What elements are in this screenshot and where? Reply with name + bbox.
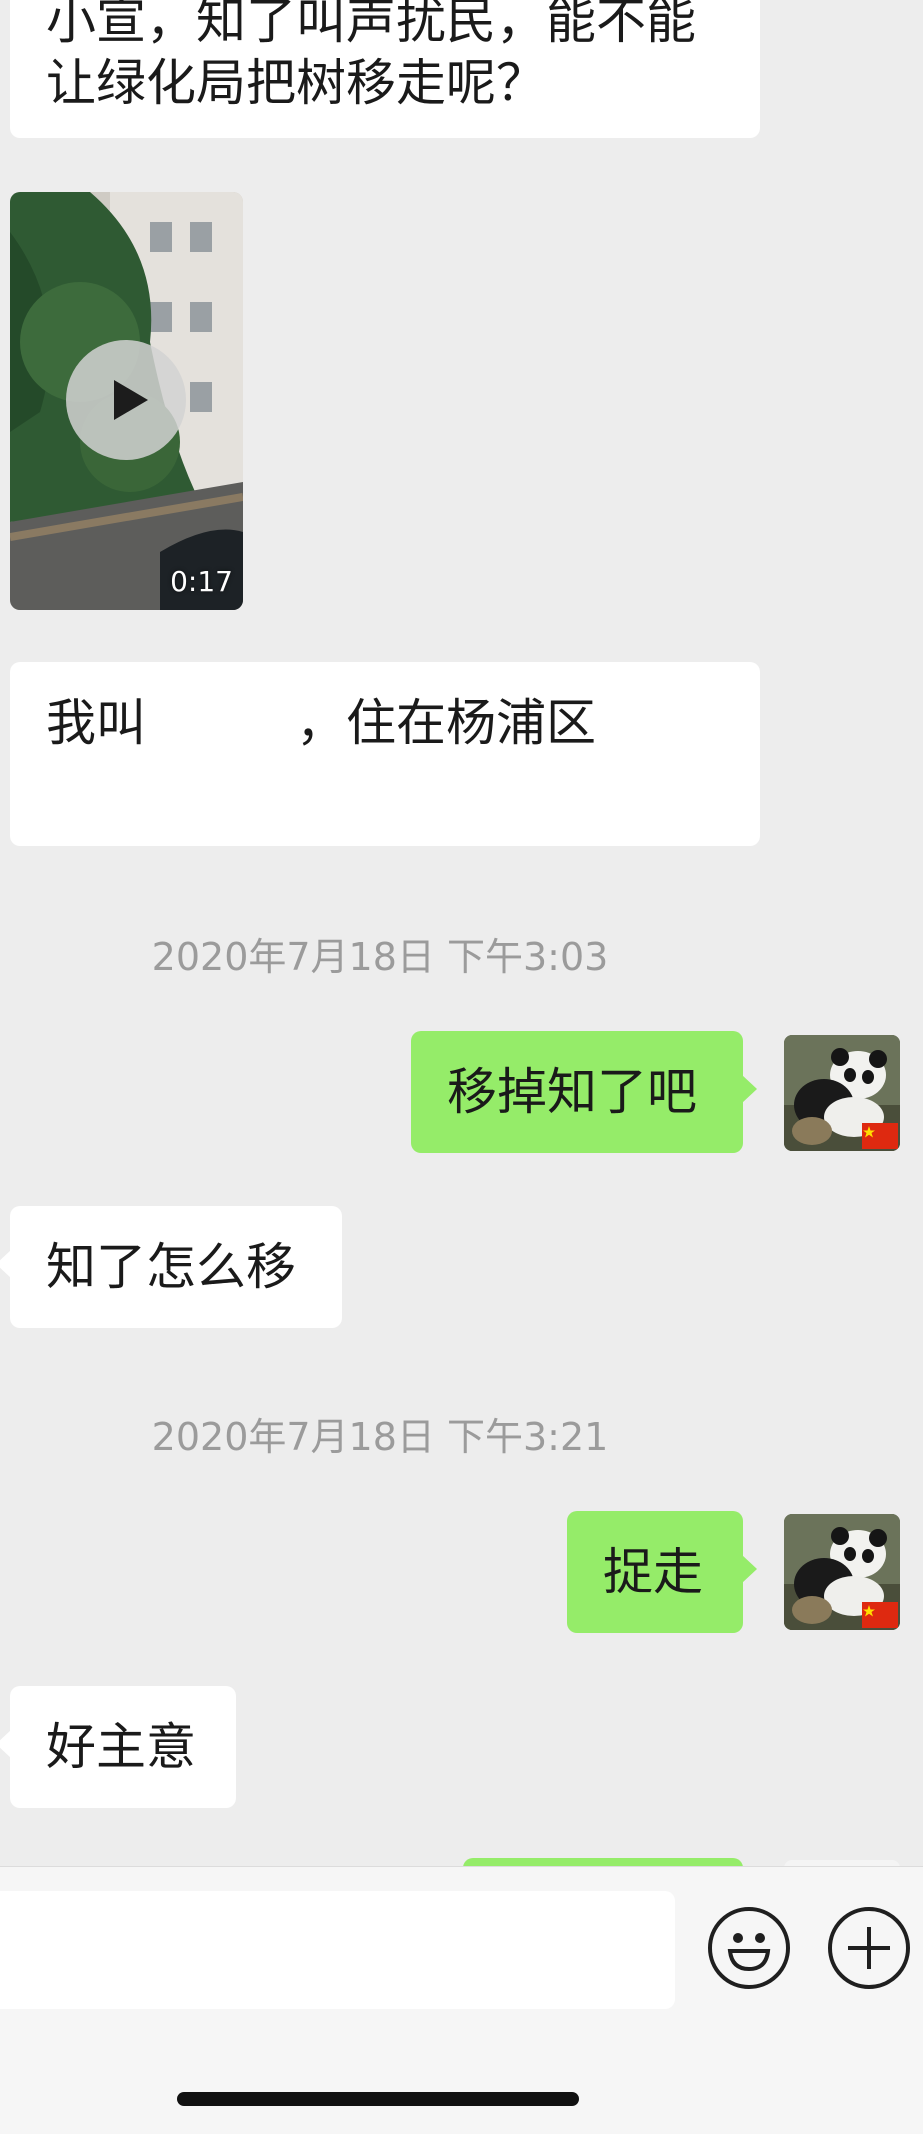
smiley-icon[interactable] — [708, 1907, 790, 1989]
china-flag-icon — [862, 1123, 898, 1149]
incoming-message[interactable]: 知了怎么移 — [0, 1206, 342, 1328]
video-message[interactable]: 0:17 — [10, 192, 243, 610]
timestamp: 2020年7月18日 下午3:03 — [151, 935, 609, 979]
message-text: 知了怎么移 — [46, 1238, 296, 1296]
outgoing-message-partial[interactable] — [463, 1858, 743, 1866]
message-text-line: 小宣，知了叫声扰民，能不能 — [46, 0, 696, 50]
outgoing-message[interactable]: 移掉知了吧 — [411, 1031, 757, 1153]
message-text: ，住在杨浦区 — [296, 694, 596, 752]
smiley-glyph — [727, 1933, 771, 1972]
message-text: 我叫 — [46, 694, 146, 752]
avatar[interactable] — [784, 1514, 900, 1630]
plus-circle-icon[interactable] — [828, 1907, 910, 1989]
message-text: 捉走 — [603, 1543, 703, 1601]
message-input[interactable] — [0, 1891, 675, 2009]
incoming-message[interactable]: 小宣，知了叫声扰民，能不能 让绿化局把树移走呢？ — [10, 0, 760, 138]
video-duration: 0:17 — [170, 565, 233, 598]
outgoing-message[interactable]: 捉走 — [567, 1511, 757, 1633]
incoming-message[interactable]: 好主意 — [0, 1686, 236, 1808]
message-text-line: 让绿化局把树移走呢？ — [46, 54, 546, 112]
timestamp: 2020年7月18日 下午3:21 — [151, 1415, 609, 1459]
message-text: 移掉知了吧 — [447, 1063, 697, 1121]
home-indicator[interactable] — [177, 2092, 579, 2106]
incoming-message[interactable]: 我叫 ，住在杨浦区 — [10, 662, 760, 846]
plus-glyph — [848, 1927, 890, 1969]
play-icon[interactable] — [66, 340, 186, 460]
message-text: 好主意 — [46, 1718, 196, 1776]
china-flag-icon — [862, 1602, 898, 1628]
chat-history: 小宣，知了叫声扰民，能不能 让绿化局把树移走呢？ 0:17 我叫 ，住在杨浦区 2… — [0, 0, 923, 1866]
avatar[interactable] — [784, 1035, 900, 1151]
